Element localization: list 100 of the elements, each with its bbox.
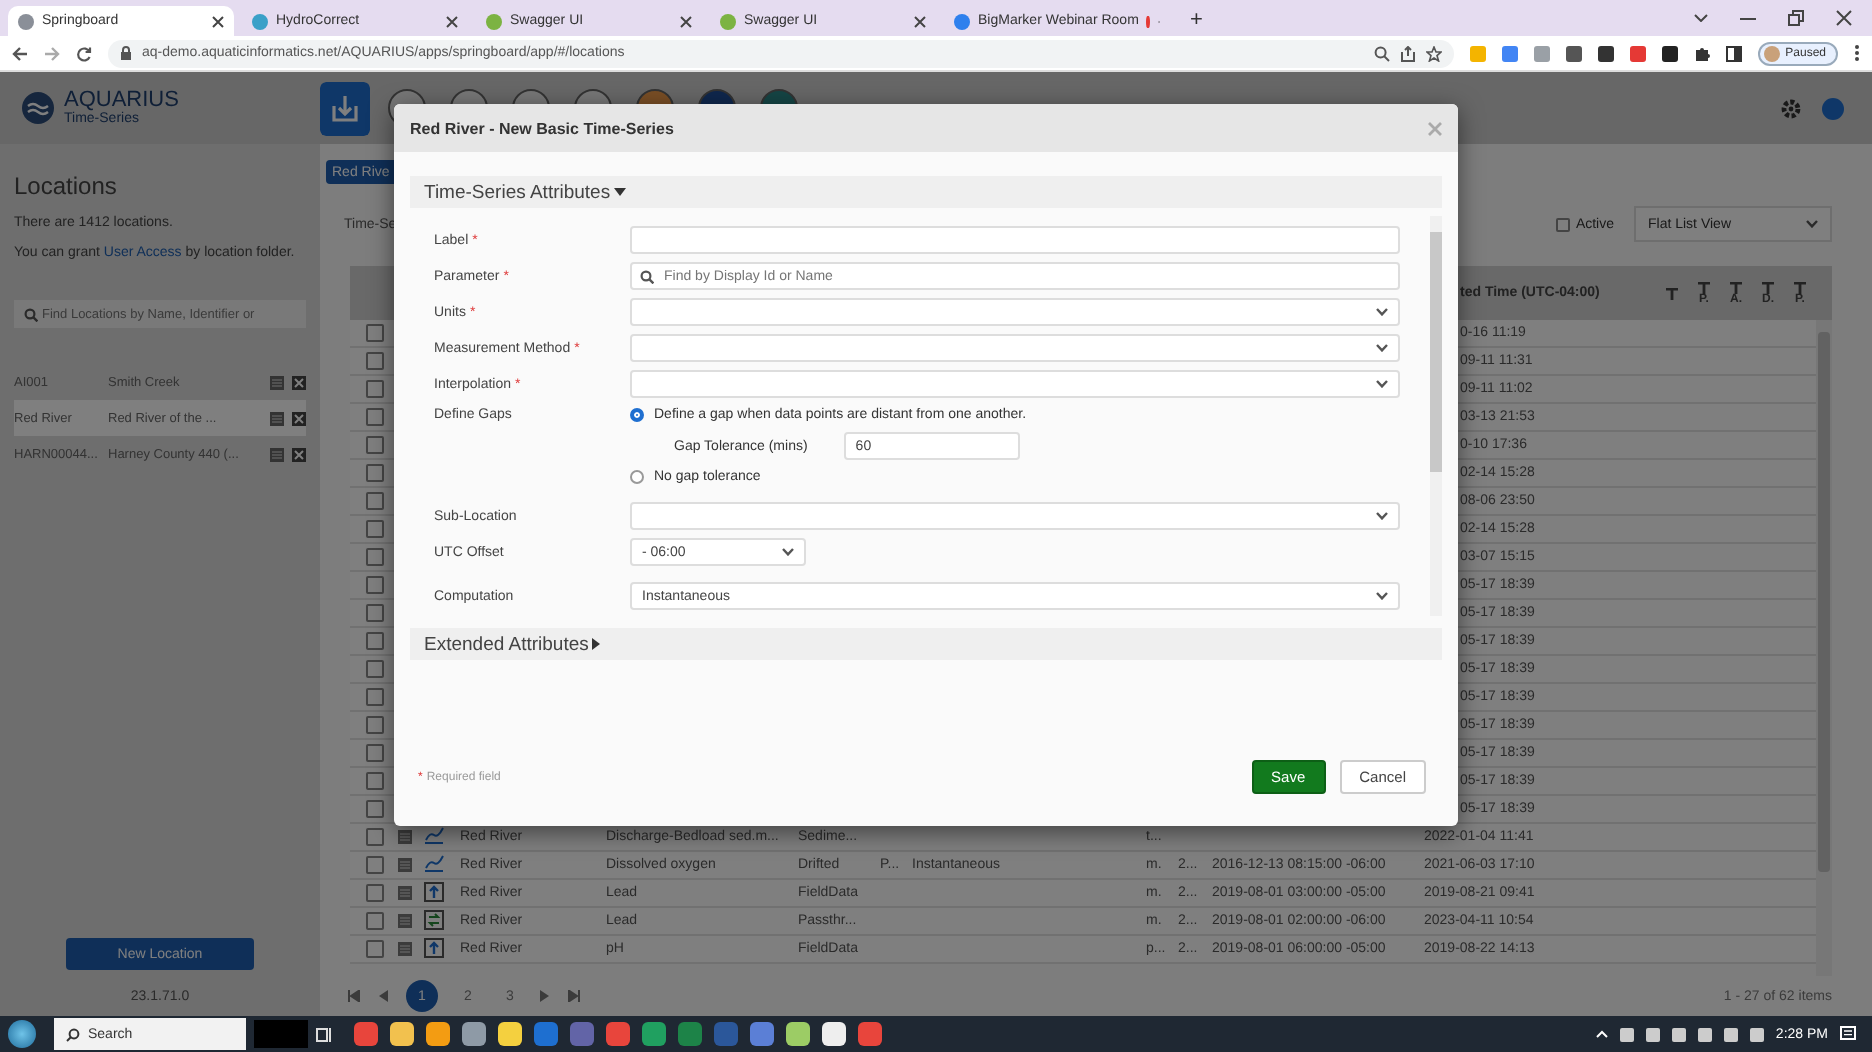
radio-button[interactable] bbox=[630, 408, 644, 422]
row-checkbox[interactable] bbox=[365, 940, 383, 958]
text-field[interactable] bbox=[630, 226, 1400, 254]
row-checkbox[interactable] bbox=[365, 352, 383, 370]
filter-icon[interactable] bbox=[1794, 281, 1806, 293]
scrollbar[interactable] bbox=[1430, 216, 1442, 616]
favicon-icon bbox=[954, 13, 970, 29]
favicon-icon bbox=[486, 13, 502, 29]
help-icon[interactable] bbox=[1822, 97, 1844, 119]
delete-icon[interactable] bbox=[292, 375, 306, 389]
forward-icon[interactable] bbox=[44, 45, 60, 61]
chevron-icon bbox=[1376, 308, 1388, 316]
row-checkbox[interactable] bbox=[365, 576, 383, 594]
row-checkbox[interactable] bbox=[365, 380, 383, 398]
share-icon[interactable] bbox=[1399, 45, 1416, 61]
list-icon[interactable] bbox=[270, 447, 284, 461]
row-checkbox[interactable] bbox=[365, 800, 383, 818]
logo-title: AQUARIUS bbox=[64, 90, 179, 112]
search-icon bbox=[66, 1027, 80, 1041]
app-icon[interactable] bbox=[462, 1022, 486, 1046]
caret-icon[interactable] bbox=[592, 638, 601, 650]
sidebar-icon[interactable] bbox=[1725, 45, 1742, 61]
row-checkbox[interactable] bbox=[365, 828, 383, 846]
row-checkbox[interactable] bbox=[365, 688, 383, 706]
app-icon[interactable] bbox=[786, 1022, 810, 1046]
row-checkbox[interactable] bbox=[365, 408, 383, 426]
filter-icon[interactable] bbox=[1730, 281, 1742, 293]
row-checkbox[interactable] bbox=[365, 548, 383, 566]
reload-icon[interactable] bbox=[76, 45, 92, 61]
active-checkbox[interactable] bbox=[1555, 217, 1570, 231]
caret-icon[interactable] bbox=[614, 188, 627, 196]
task-view-icon[interactable] bbox=[316, 1025, 334, 1043]
close-icon[interactable] bbox=[212, 15, 224, 27]
select-field[interactable] bbox=[630, 298, 1400, 326]
row-checkbox[interactable] bbox=[365, 436, 383, 454]
delete-icon[interactable] bbox=[292, 447, 306, 461]
close-icon[interactable] bbox=[680, 15, 692, 27]
section-header[interactable]: Time-Series Attributes bbox=[410, 176, 1442, 208]
row-menu-icon[interactable] bbox=[398, 830, 412, 844]
row-checkbox[interactable] bbox=[365, 632, 383, 650]
row-checkbox[interactable] bbox=[365, 464, 383, 482]
scrollbar[interactable] bbox=[1816, 320, 1832, 976]
list-icon[interactable] bbox=[270, 411, 284, 425]
logo-icon bbox=[20, 90, 56, 126]
first-page-icon[interactable] bbox=[348, 990, 360, 1002]
previous-page-icon[interactable] bbox=[378, 990, 388, 1002]
app-icon[interactable] bbox=[498, 1022, 522, 1046]
chevron-icon bbox=[1376, 592, 1388, 600]
radio-button[interactable] bbox=[630, 470, 644, 484]
download-icon[interactable] bbox=[320, 81, 370, 135]
close-icon[interactable] bbox=[1836, 10, 1852, 26]
notification-icon[interactable] bbox=[1840, 1026, 1856, 1042]
new-tab-button[interactable]: + bbox=[1178, 6, 1215, 36]
preview-thumbnail[interactable] bbox=[254, 1020, 308, 1048]
row-checkbox[interactable] bbox=[365, 520, 383, 538]
filter-icon[interactable] bbox=[1762, 281, 1774, 293]
row-checkbox[interactable] bbox=[365, 716, 383, 734]
row-checkbox[interactable] bbox=[365, 856, 383, 874]
list-icon[interactable] bbox=[270, 375, 284, 389]
select-field[interactable] bbox=[630, 370, 1400, 398]
row-checkbox[interactable] bbox=[365, 660, 383, 678]
row-menu-icon[interactable] bbox=[398, 858, 412, 872]
app-icon[interactable] bbox=[426, 1022, 450, 1046]
row-checkbox[interactable] bbox=[365, 912, 383, 930]
panel-title: Locations bbox=[14, 172, 119, 200]
puzzle-icon[interactable] bbox=[1693, 45, 1710, 61]
back-icon[interactable] bbox=[12, 45, 28, 61]
close-icon[interactable] bbox=[914, 15, 926, 27]
filter-icon[interactable] bbox=[1698, 281, 1710, 293]
minimize-icon[interactable] bbox=[1740, 17, 1756, 19]
last-page-icon[interactable] bbox=[568, 990, 580, 1002]
dialog-title: Red River - New Basic Time-Series bbox=[410, 119, 674, 137]
line-chart-icon bbox=[424, 854, 444, 872]
settings-icon[interactable] bbox=[1780, 97, 1802, 119]
next-page-icon[interactable] bbox=[540, 990, 550, 1002]
chevron-icon bbox=[782, 548, 794, 556]
favicon-icon bbox=[720, 13, 736, 29]
row-checkbox[interactable] bbox=[365, 492, 383, 510]
section-header[interactable]: Extended Attributes bbox=[410, 628, 1442, 660]
row-checkbox[interactable] bbox=[365, 884, 383, 902]
star-icon[interactable] bbox=[1425, 45, 1442, 61]
filter-icon[interactable] bbox=[1666, 287, 1678, 299]
search-icon bbox=[640, 270, 654, 284]
app-icon[interactable] bbox=[390, 1022, 414, 1046]
start-button[interactable] bbox=[8, 1020, 36, 1048]
line-chart-icon bbox=[424, 826, 444, 844]
select-field[interactable] bbox=[630, 502, 1400, 530]
chevron-icon[interactable] bbox=[1694, 14, 1708, 22]
row-checkbox[interactable] bbox=[365, 324, 383, 342]
restore-icon[interactable] bbox=[1788, 10, 1804, 26]
delete-icon[interactable] bbox=[292, 411, 306, 425]
row-checkbox[interactable] bbox=[365, 744, 383, 762]
row-checkbox[interactable] bbox=[365, 772, 383, 790]
lock-icon bbox=[120, 46, 132, 60]
zoom-icon[interactable] bbox=[1373, 45, 1390, 61]
row-checkbox[interactable] bbox=[365, 604, 383, 622]
select-field[interactable] bbox=[630, 334, 1400, 362]
more-icon[interactable] bbox=[1854, 44, 1860, 62]
close-icon[interactable] bbox=[446, 15, 458, 27]
app-icon[interactable] bbox=[822, 1022, 846, 1046]
